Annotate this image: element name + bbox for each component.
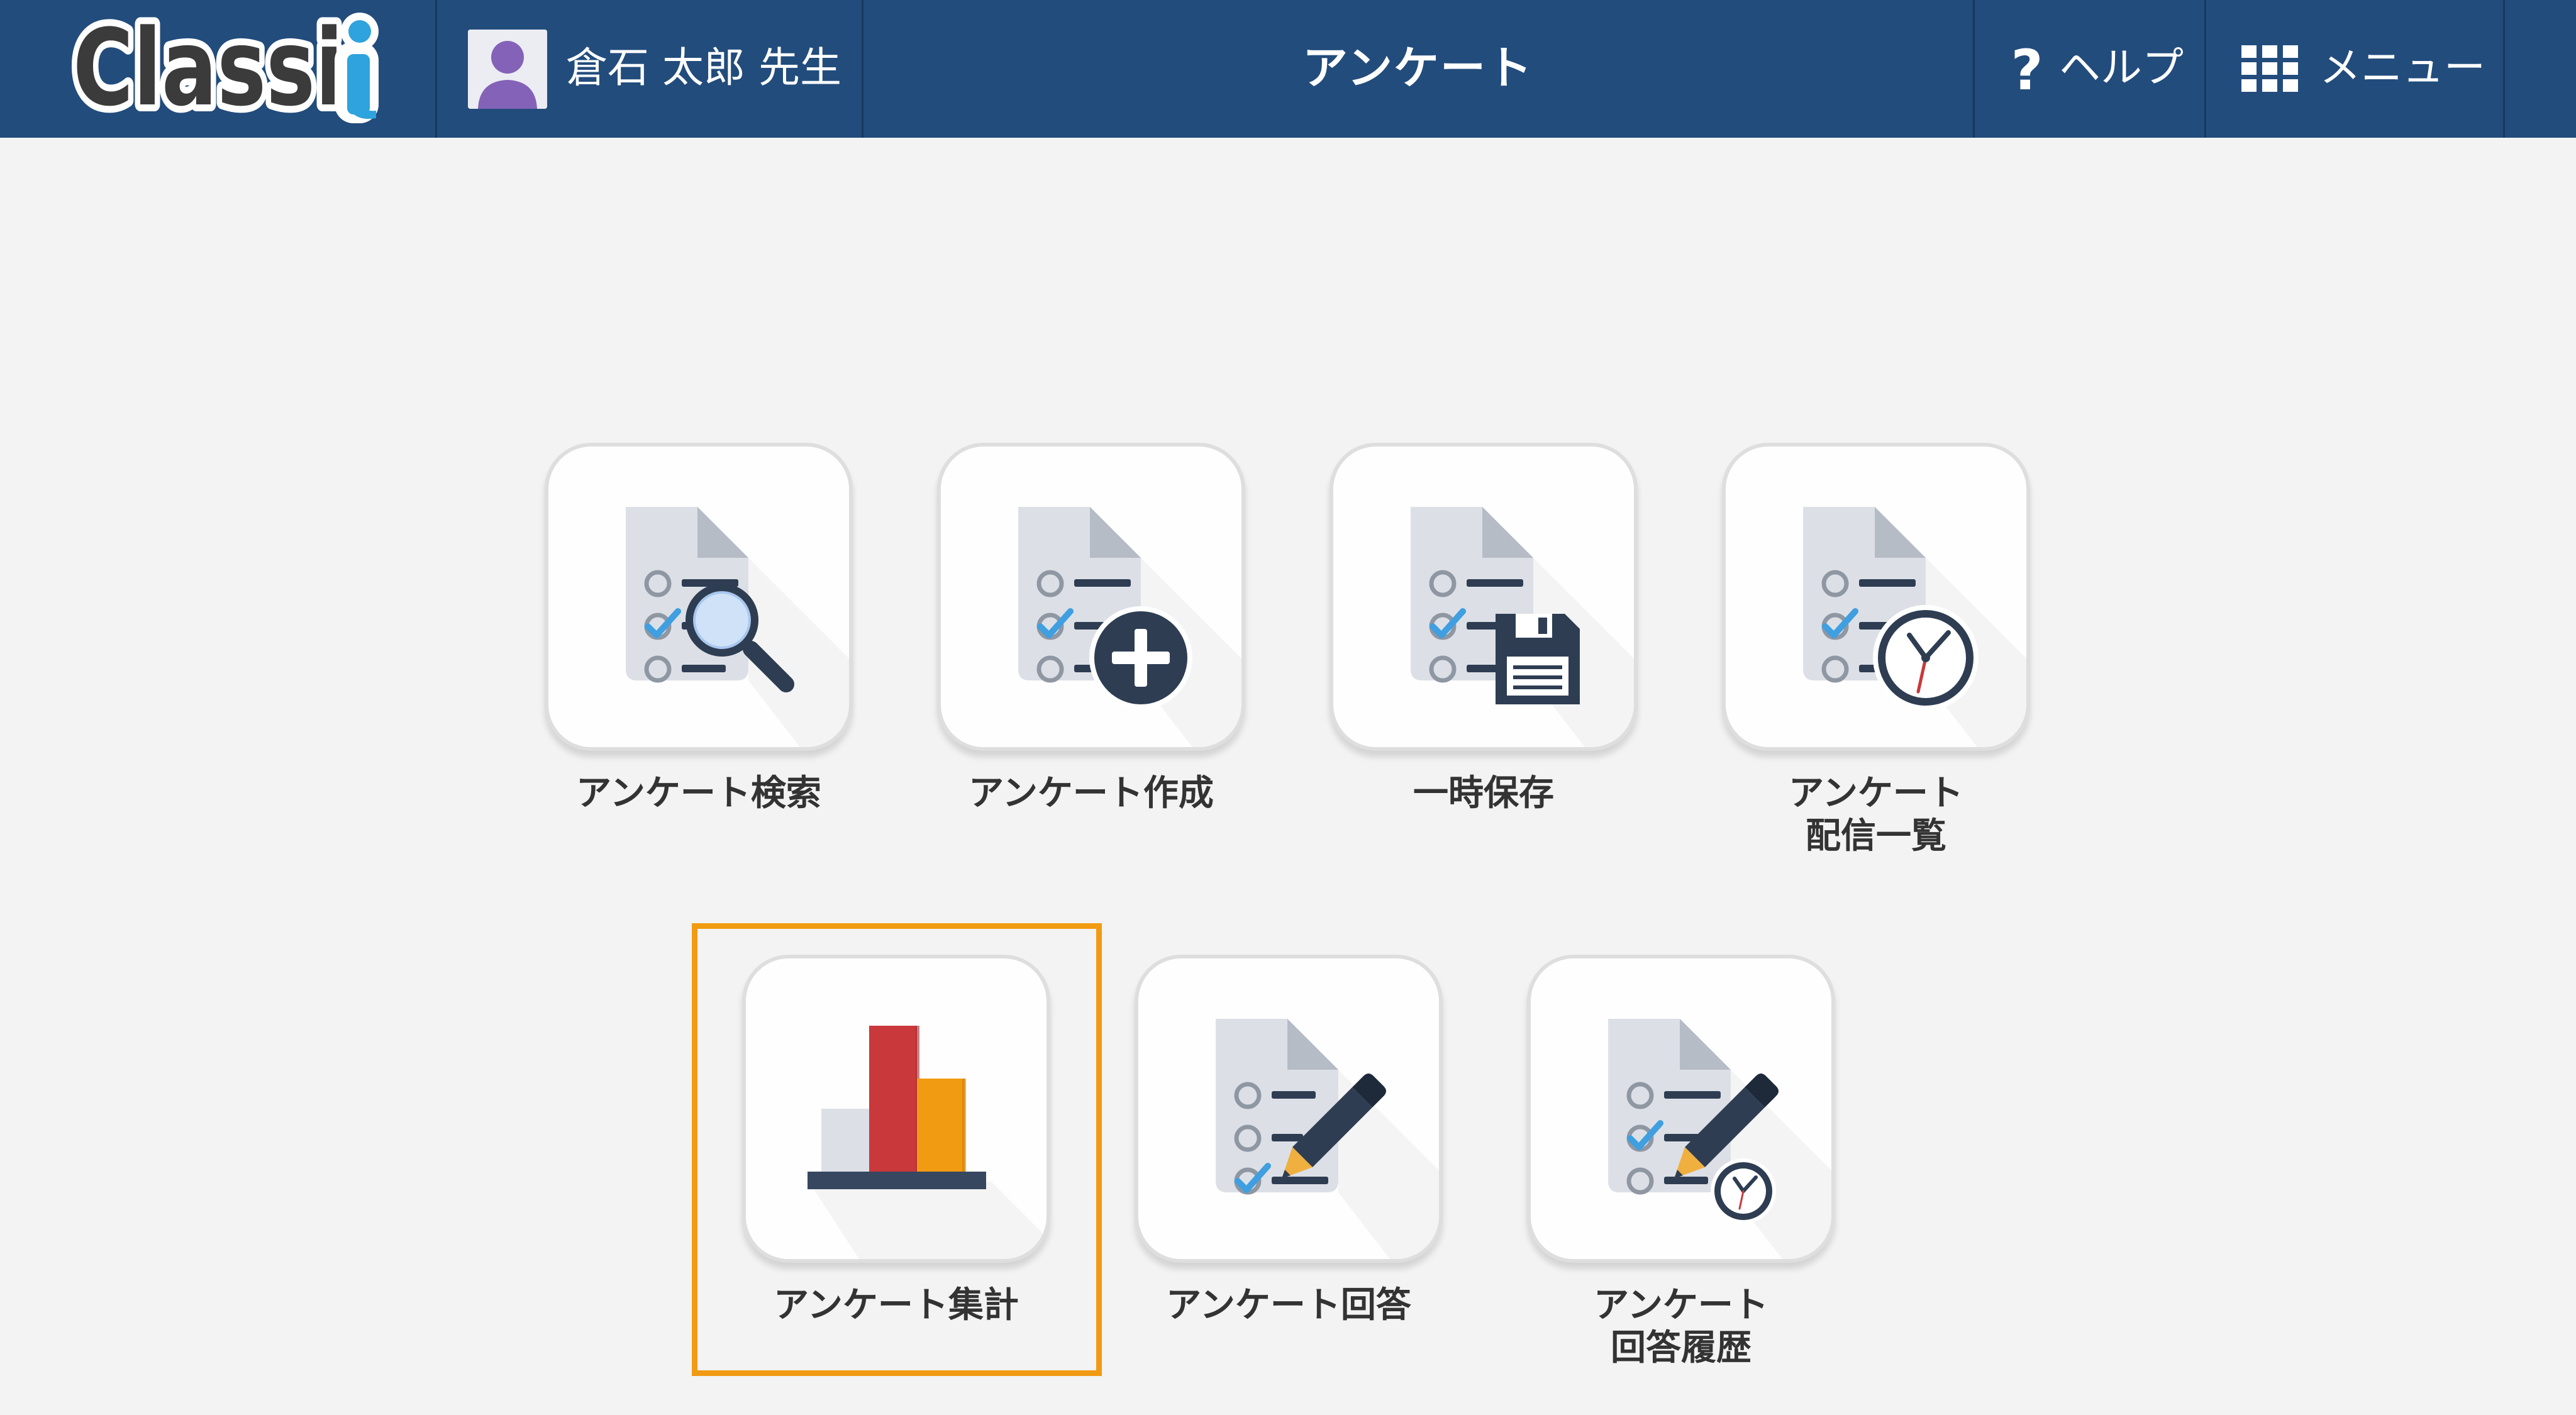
menu-button[interactable]: メニュー xyxy=(2206,0,2503,138)
tile-survey-save-box xyxy=(1330,443,1638,751)
survey-distribution-list-icon xyxy=(1803,507,2026,747)
menu-label: メニュー xyxy=(2319,43,2485,92)
question-mark-icon: ? xyxy=(2011,39,2043,99)
tile-survey-answer-history-label: アンケート 回答履歴 xyxy=(1594,1285,1768,1368)
survey-answer-icon xyxy=(1216,1019,1439,1259)
header-divider xyxy=(2503,0,2505,138)
help-button[interactable]: ? ヘルプ xyxy=(1975,0,2205,138)
app-header: Classi 倉石 太郎 先生 アンケート ? ヘルプ メニュー xyxy=(0,0,2576,138)
survey-save-icon xyxy=(1411,507,1634,747)
tile-survey-distribution-list-box xyxy=(1722,443,2030,751)
logo-text: Classi xyxy=(73,10,343,130)
grid-menu-icon xyxy=(2241,45,2298,92)
tile-survey-create-box xyxy=(937,443,1245,751)
tile-survey-aggregate-box xyxy=(742,955,1050,1263)
survey-search-icon xyxy=(626,507,849,747)
tile-survey-search-box xyxy=(545,443,853,751)
page-title: アンケート xyxy=(1302,42,1534,94)
tile-survey-create-label: アンケート作成 xyxy=(969,773,1214,814)
tile-survey-aggregate-label: アンケート集計 xyxy=(774,1285,1019,1326)
survey-create-icon xyxy=(1018,507,1241,747)
help-label: ヘルプ xyxy=(2059,43,2184,92)
tile-survey-save-label: 一時保存 xyxy=(1413,773,1554,814)
classi-logo[interactable]: Classi xyxy=(70,10,397,130)
tile-survey-answer-box xyxy=(1135,955,1443,1263)
survey-aggregate-icon xyxy=(808,1026,1046,1259)
user-avatar[interactable] xyxy=(468,30,547,109)
header-divider xyxy=(435,0,437,138)
tile-survey-answer-history-box xyxy=(1527,955,1835,1263)
tile-survey-answer-label: アンケート回答 xyxy=(1166,1285,1411,1326)
user-name[interactable]: 倉石 太郎 先生 xyxy=(566,38,841,98)
tile-survey-search-label: アンケート検索 xyxy=(576,773,821,814)
tile-survey-distribution-list-label: アンケート 配信一覧 xyxy=(1789,773,1963,857)
svg-text:?: ? xyxy=(2011,39,2043,99)
survey-answer-history-icon xyxy=(1608,1019,1831,1259)
